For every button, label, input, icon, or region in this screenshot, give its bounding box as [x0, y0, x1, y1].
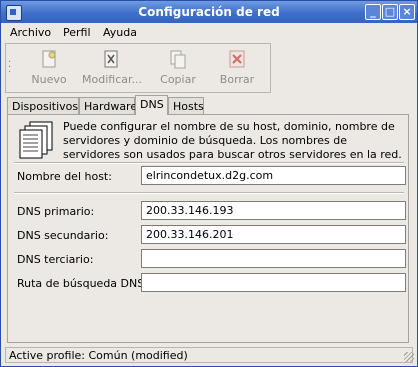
- tab-hosts[interactable]: Hosts: [168, 97, 204, 115]
- network-config-window: Configuración de red _ □ × Archivo Perfi…: [0, 0, 418, 367]
- delete-button[interactable]: Borrar: [208, 46, 266, 90]
- copy-label: Copiar: [160, 73, 196, 86]
- status-text: Active profile: Común (modified): [9, 349, 188, 362]
- dns-secondary-label: DNS secundario:: [17, 229, 109, 242]
- menu-ayuda[interactable]: Ayuda: [103, 26, 137, 39]
- toolbar: · · · Nuevo Modificar... Copiar Borrar: [5, 43, 271, 93]
- tab-dispositivos[interactable]: Dispositivos: [7, 97, 79, 115]
- dns-primary-field[interactable]: 200.33.146.193: [141, 201, 406, 220]
- maximize-icon[interactable]: □: [382, 4, 398, 20]
- new-icon: [42, 50, 56, 68]
- status-bar: Active profile: Común (modified): [5, 347, 413, 363]
- menu-perfil[interactable]: Perfil: [63, 26, 91, 39]
- edit-icon: [104, 50, 118, 68]
- resize-grip[interactable]: [404, 352, 414, 362]
- delete-label: Borrar: [219, 73, 255, 86]
- copy-button[interactable]: Copiar: [149, 46, 207, 90]
- menu-archivo[interactable]: Archivo: [10, 26, 51, 39]
- dns-tertiary-label: DNS terciario:: [17, 253, 94, 266]
- window-title: Configuración de red: [138, 5, 280, 19]
- separator: [14, 192, 404, 194]
- edit-label: Modificar...: [82, 73, 142, 86]
- tab-dns[interactable]: DNS: [135, 95, 168, 115]
- hostname-label: Nombre del host:: [17, 170, 112, 183]
- dns-secondary-field[interactable]: 200.33.146.201: [141, 225, 406, 244]
- dns-panel: Puede configurar el nombre de su host, d…: [7, 114, 409, 343]
- separator: [14, 162, 404, 164]
- dns-search-label: Ruta de búsqueda DNS:: [17, 277, 148, 290]
- dns-info-icon: [19, 121, 53, 159]
- dns-info-text: Puede configurar el nombre de su host, d…: [63, 120, 402, 161]
- toolbar-handle[interactable]: · · ·: [8, 58, 11, 78]
- menubar: Archivo Perfil Ayuda: [1, 23, 417, 43]
- dns-primary-label: DNS primario:: [17, 205, 95, 218]
- delete-icon: [229, 50, 245, 68]
- new-button[interactable]: Nuevo: [20, 46, 78, 90]
- hostname-field[interactable]: elrincondetux.d2g.com: [141, 166, 406, 185]
- tab-hardware[interactable]: Hardware: [79, 97, 137, 115]
- new-label: Nuevo: [31, 73, 67, 86]
- edit-button[interactable]: Modificar...: [82, 46, 142, 90]
- minimize-icon[interactable]: _: [365, 4, 381, 20]
- title-bar[interactable]: Configuración de red _ □ ×: [1, 1, 417, 23]
- close-icon[interactable]: ×: [399, 4, 415, 20]
- dns-search-field[interactable]: [141, 273, 406, 292]
- copy-icon: [170, 50, 186, 69]
- dns-tertiary-field[interactable]: [141, 249, 406, 268]
